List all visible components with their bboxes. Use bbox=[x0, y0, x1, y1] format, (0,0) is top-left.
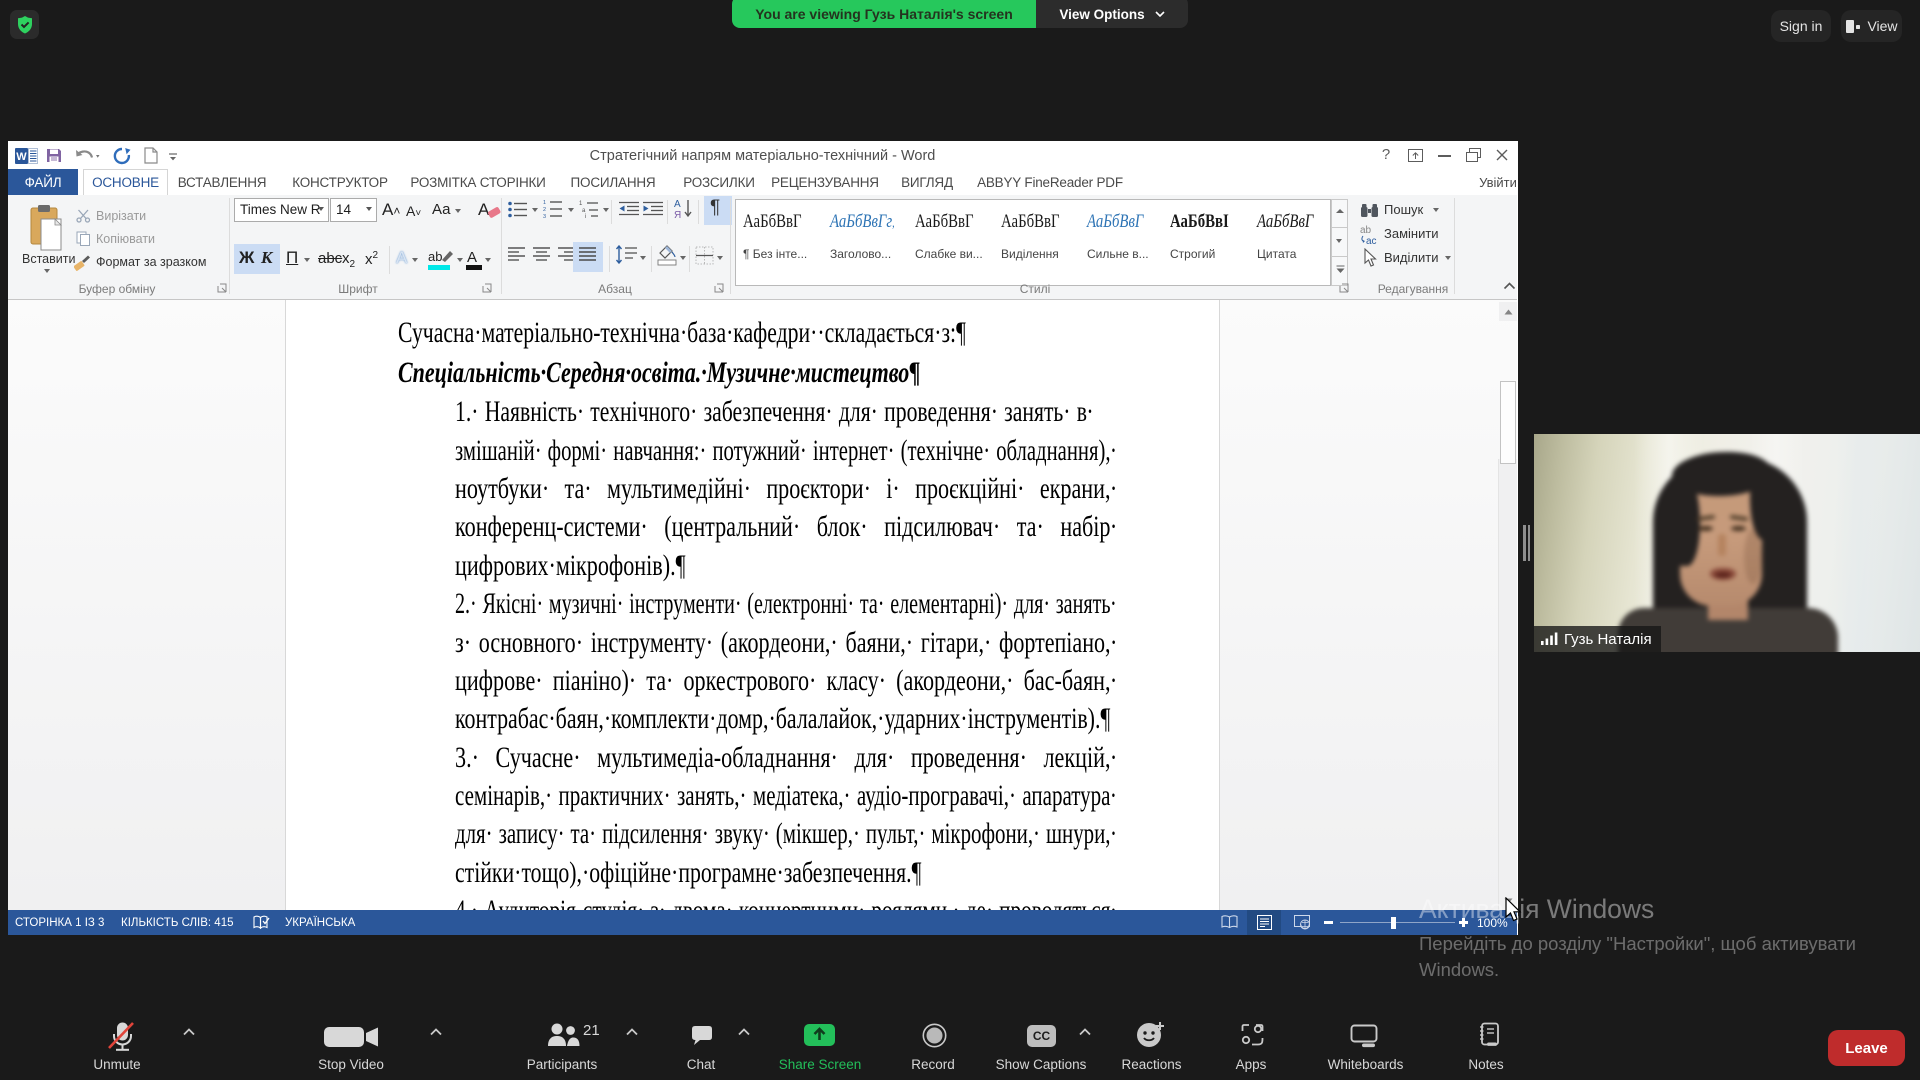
svg-text:A: A bbox=[467, 249, 477, 266]
svg-text:Я: Я bbox=[674, 210, 681, 220]
svg-text:1: 1 bbox=[579, 201, 583, 207]
svg-text:А: А bbox=[674, 199, 681, 210]
svg-text:i: i bbox=[585, 214, 586, 218]
svg-text:ab: ab bbox=[428, 249, 442, 264]
svg-text:ab: ab bbox=[1360, 225, 1372, 236]
svg-text:3: 3 bbox=[543, 214, 546, 218]
svg-text:ac: ac bbox=[1366, 236, 1377, 245]
svg-text:А: А bbox=[478, 200, 490, 219]
svg-text:W: W bbox=[16, 151, 27, 163]
svg-text:2: 2 bbox=[543, 207, 546, 213]
svg-text:1: 1 bbox=[543, 200, 546, 206]
